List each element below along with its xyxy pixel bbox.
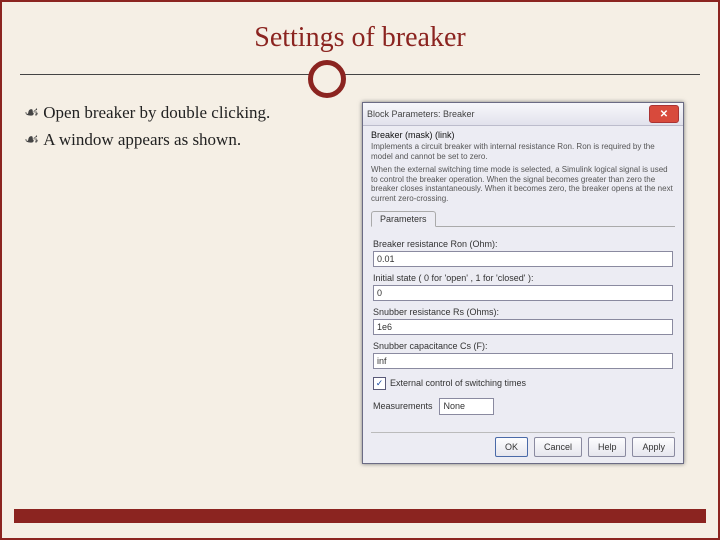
footer-bar [14,509,706,523]
bullet-text: Open breaker by double clicking. [43,102,270,125]
slide-title: Settings of breaker [2,22,718,54]
dialog-description: Implements a circuit breaker with intern… [371,142,675,161]
dialog-window: Block Parameters: Breaker ✕ Breaker (mas… [362,102,684,464]
bullet-list: ☙ Open breaker by double clicking. ☙ A w… [24,102,314,156]
measurements-row: Measurements None [373,398,673,415]
check-icon: ✓ [376,378,384,389]
slide-frame: Settings of breaker ☙ Open breaker by do… [0,0,720,540]
close-button[interactable]: ✕ [649,105,679,123]
title-rule [20,74,700,75]
parameters-panel: Breaker resistance Ron (Ohm): Initial st… [371,227,675,417]
external-control-label: External control of switching times [390,378,526,388]
help-button[interactable]: Help [588,437,627,457]
snubber-rs-input[interactable] [373,319,673,335]
dialog-heading: Breaker (mask) (link) [371,130,675,140]
ok-button[interactable]: OK [495,437,528,457]
dialog-titlebar[interactable]: Block Parameters: Breaker ✕ [363,103,683,126]
bullet-item: ☙ A window appears as shown. [24,129,314,152]
ron-label: Breaker resistance Ron (Ohm): [373,239,673,249]
cancel-button[interactable]: Cancel [534,437,582,457]
external-control-checkbox[interactable]: ✓ [373,377,386,390]
dialog-separator [371,432,675,433]
close-icon: ✕ [660,109,668,120]
dialog-body: Breaker (mask) (link) Implements a circu… [363,126,683,417]
dialog-description: When the external switching time mode is… [371,165,675,203]
title-ring-icon [308,60,346,98]
initial-state-label: Initial state ( 0 for 'open' , 1 for 'cl… [373,273,673,283]
tab-parameters[interactable]: Parameters [371,211,436,227]
dialog-title: Block Parameters: Breaker [367,109,649,119]
bullet-marker-icon: ☙ [24,129,39,152]
initial-state-input[interactable] [373,285,673,301]
external-control-row: ✓ External control of switching times [373,377,673,390]
apply-button[interactable]: Apply [632,437,675,457]
snubber-cs-input[interactable] [373,353,673,369]
dialog-button-row: OK Cancel Help Apply [495,437,675,457]
snubber-cs-label: Snubber capacitance Cs (F): [373,341,673,351]
measurements-label: Measurements [373,401,433,411]
measurements-select[interactable]: None [439,398,494,415]
ron-input[interactable] [373,251,673,267]
snubber-rs-label: Snubber resistance Rs (Ohms): [373,307,673,317]
bullet-item: ☙ Open breaker by double clicking. [24,102,314,125]
bullet-marker-icon: ☙ [24,102,39,125]
bullet-text: A window appears as shown. [43,129,241,152]
tab-row: Parameters [371,208,675,227]
